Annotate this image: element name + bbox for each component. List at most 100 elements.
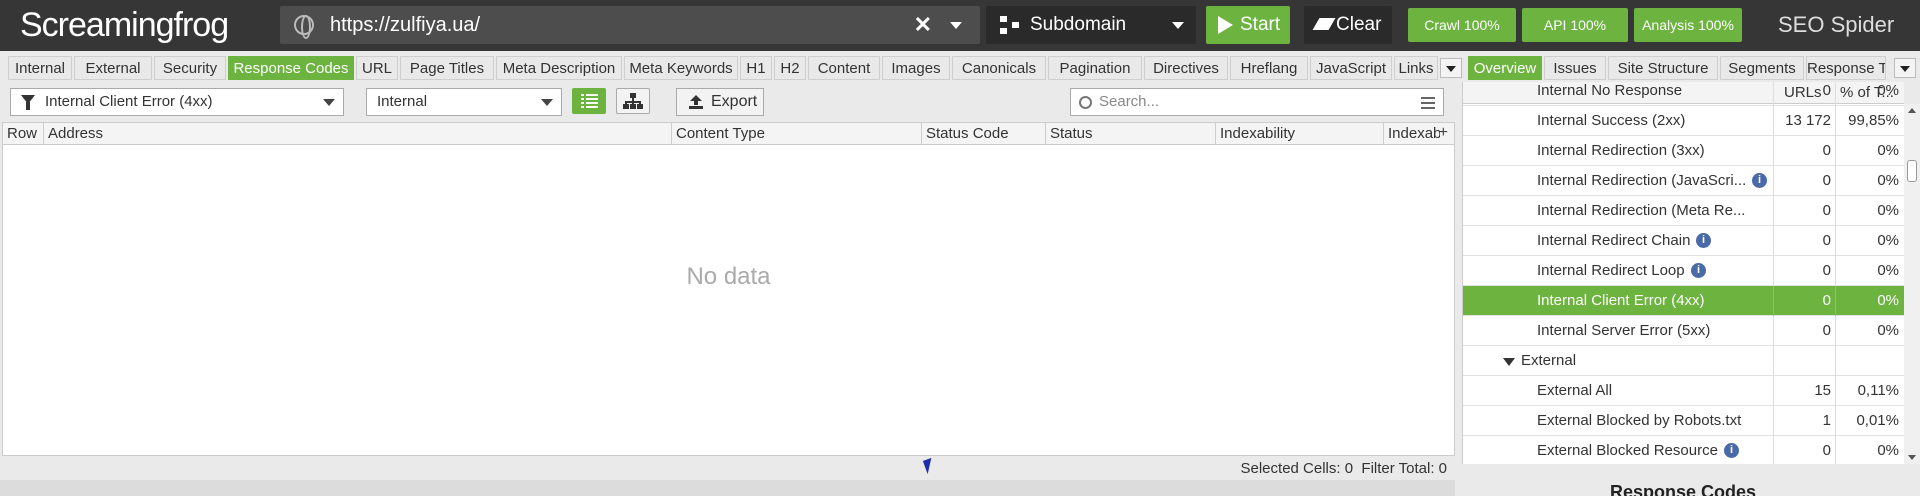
tab-h2[interactable]: H2: [774, 56, 806, 80]
scroll-down-icon[interactable]: [1908, 455, 1916, 460]
overview-row-urls: 0: [1773, 196, 1835, 226]
clear-url-icon[interactable]: ✕: [914, 14, 932, 36]
tab-hreflang[interactable]: Hreflang: [1230, 56, 1308, 80]
overview-row[interactable]: External Blocked Resource i 0 0%: [1463, 436, 1904, 464]
upload-icon: [689, 95, 703, 109]
tab-meta-keywords[interactable]: Meta Keywords: [624, 56, 738, 80]
more-tabs-button[interactable]: [1440, 58, 1462, 78]
response-codes-chart-title: Response Codes: [1609, 482, 1757, 496]
url-bar[interactable]: https://zulfiya.ua/ ✕: [280, 6, 980, 44]
empty-state-text: No data: [686, 263, 771, 290]
clear-button[interactable]: Clear: [1304, 6, 1392, 44]
overview-row[interactable]: Internal No Response 0 0%: [1463, 82, 1904, 106]
tab-external[interactable]: External: [74, 56, 152, 80]
overview-row[interactable]: External Blocked by Robots.txt 1 0,01%: [1463, 406, 1904, 436]
tab-page-titles[interactable]: Page Titles: [400, 56, 494, 80]
tab-canonicals[interactable]: Canonicals: [952, 56, 1046, 80]
info-icon[interactable]: i: [1724, 443, 1739, 458]
tab-security[interactable]: Security: [154, 56, 226, 80]
column-header-indexability-status[interactable]: Indexab: [1384, 123, 1440, 145]
tab-h1[interactable]: H1: [740, 56, 772, 80]
play-icon: [1218, 16, 1233, 34]
tab-overview[interactable]: Overview: [1468, 56, 1542, 80]
tab-url[interactable]: URL: [356, 56, 398, 80]
filter-select-value: Internal Client Error (4xx): [45, 93, 213, 110]
start-button-label: Start: [1240, 14, 1281, 35]
overview-row-percent: 0%: [1835, 136, 1904, 166]
list-view-button[interactable]: [572, 88, 606, 114]
clear-button-label: Clear: [1336, 14, 1382, 35]
tab-response-times[interactable]: Response T: [1806, 56, 1886, 80]
export-button[interactable]: Export: [676, 88, 764, 116]
url-history-dropdown-icon[interactable]: [950, 22, 962, 29]
column-header-status[interactable]: Status: [1046, 123, 1216, 145]
tab-segments[interactable]: Segments: [1720, 56, 1804, 80]
tab-content[interactable]: Content: [808, 56, 880, 80]
info-icon[interactable]: i: [1691, 263, 1706, 278]
tree-icon: [623, 93, 643, 109]
tab-directives[interactable]: Directives: [1144, 56, 1228, 80]
overview-row-urls: 0: [1773, 436, 1835, 464]
crawl-mode-select[interactable]: Subdomain: [986, 6, 1196, 44]
overview-row-percent: 0%: [1835, 436, 1904, 464]
globe-icon: [294, 15, 314, 39]
lower-panel-divider[interactable]: [0, 480, 1455, 496]
filter-select[interactable]: Internal Client Error (4xx): [10, 88, 344, 116]
overview-row[interactable]: Internal Server Error (5xx) 0 0%: [1463, 316, 1904, 346]
list-icon: [581, 94, 598, 108]
overview-row-label: Internal No Response: [1537, 82, 1683, 99]
tab-javascript[interactable]: JavaScript: [1310, 56, 1392, 80]
tab-pagination[interactable]: Pagination: [1048, 56, 1142, 80]
info-icon[interactable]: i: [1696, 233, 1711, 248]
overview-row[interactable]: Internal Redirect Chain i 0 0%: [1463, 226, 1904, 256]
overview-row[interactable]: Internal Redirect Loop i 0 0%: [1463, 256, 1904, 286]
column-header-address[interactable]: Address: [44, 123, 672, 145]
tab-images[interactable]: Images: [882, 56, 950, 80]
overview-row-urls: 0: [1773, 286, 1835, 316]
table-header: Row Address Content Type Status Code Sta…: [3, 123, 1454, 145]
overview-group-row[interactable]: External: [1463, 346, 1904, 376]
overview-row[interactable]: Internal Success (2xx) 13 172 99,85%: [1463, 106, 1904, 136]
tree-view-button[interactable]: [616, 88, 650, 114]
scroll-up-icon[interactable]: [1908, 108, 1916, 113]
overview-row[interactable]: Internal Redirection (Meta Re... 0 0%: [1463, 196, 1904, 226]
overview-table[interactable]: URLs % of T... Internal No Response 0 0% In…: [1462, 82, 1904, 464]
overview-row[interactable]: Internal Client Error (4xx) 0 0%: [1463, 286, 1904, 316]
overview-row[interactable]: External All 15 0,11%: [1463, 376, 1904, 406]
url-input[interactable]: https://zulfiya.ua/: [330, 6, 480, 44]
overview-row[interactable]: Internal Redirection (3xx) 0 0%: [1463, 136, 1904, 166]
add-column-icon[interactable]: +: [1439, 125, 1448, 141]
scrollbar-thumb[interactable]: [1907, 160, 1917, 182]
app-logo: Screamingfrog: [20, 6, 229, 44]
right-tab-bar: Overview Issues Site Structure Segments …: [1468, 56, 1920, 80]
main-tab-bar: Internal External Security Response Code…: [8, 56, 1462, 80]
more-right-tabs-button[interactable]: [1894, 58, 1916, 78]
tab-internal[interactable]: Internal: [8, 56, 72, 80]
scope-select[interactable]: Internal: [366, 88, 562, 116]
product-name: SEO Spider: [1778, 12, 1895, 37]
search-input[interactable]: Search...: [1070, 88, 1444, 116]
overview-row-urls: 0: [1773, 256, 1835, 286]
overview-row-urls: 0: [1773, 226, 1835, 256]
column-header-content-type[interactable]: Content Type: [672, 123, 922, 145]
results-table[interactable]: Row Address Content Type Status Code Sta…: [2, 122, 1455, 475]
overview-row-percent: 0%: [1835, 286, 1904, 316]
column-header-row[interactable]: Row: [3, 123, 44, 145]
filter-icon: [21, 95, 35, 110]
overview-scrollbar[interactable]: [1904, 104, 1920, 464]
tab-meta-description[interactable]: Meta Description: [496, 56, 622, 80]
expand-triangle-icon[interactable]: [1503, 358, 1515, 366]
info-icon[interactable]: i: [1752, 173, 1767, 188]
start-button[interactable]: Start: [1206, 6, 1290, 44]
chevron-down-icon: [541, 99, 553, 106]
tab-links[interactable]: Links: [1394, 56, 1438, 80]
overview-row-label: Internal Success (2xx): [1537, 112, 1686, 129]
tab-site-structure[interactable]: Site Structure: [1608, 56, 1718, 80]
overview-row-urls: 15: [1773, 376, 1835, 406]
search-options-icon[interactable]: [1421, 97, 1435, 109]
column-header-indexability[interactable]: Indexability: [1216, 123, 1384, 145]
tab-response-codes[interactable]: Response Codes: [228, 56, 354, 80]
column-header-status-code[interactable]: Status Code: [922, 123, 1046, 145]
tab-issues[interactable]: Issues: [1544, 56, 1606, 80]
overview-row[interactable]: Internal Redirection (JavaScri... i 0 0%: [1463, 166, 1904, 196]
